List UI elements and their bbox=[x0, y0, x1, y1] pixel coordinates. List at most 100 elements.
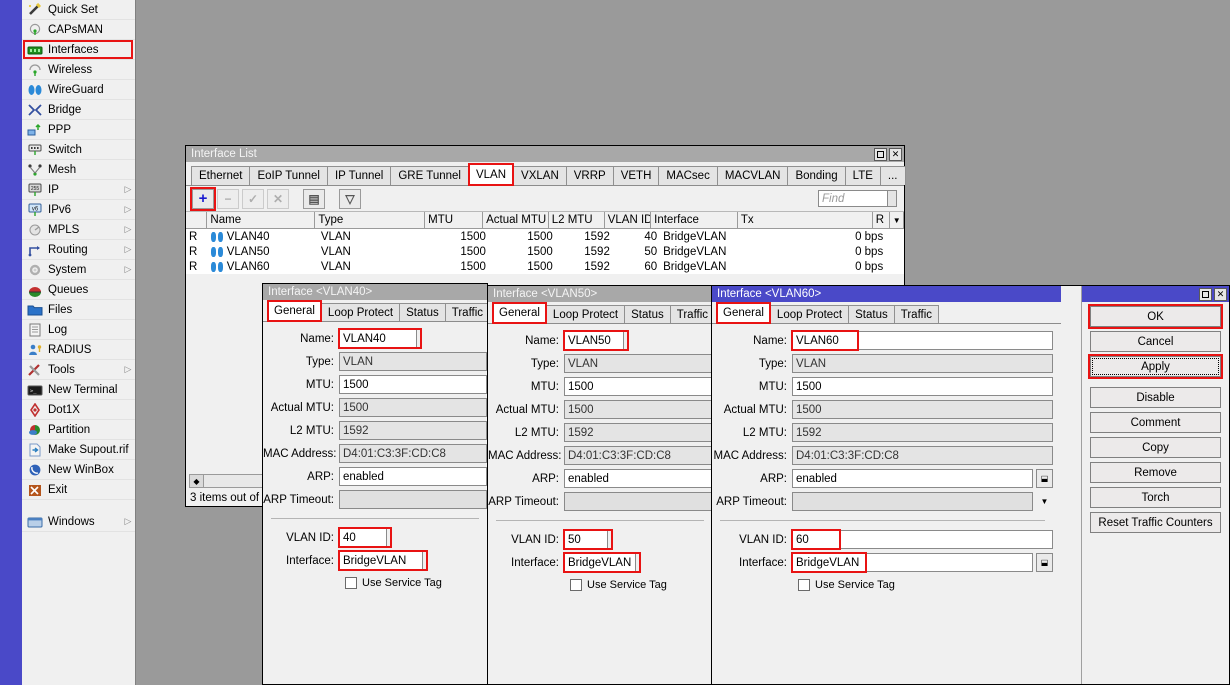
vlan50-tab-traffic[interactable]: Traffic bbox=[669, 305, 716, 323]
column-header[interactable]: MTU bbox=[425, 212, 484, 228]
copy-button[interactable]: Copy bbox=[1090, 437, 1221, 458]
vlan60-use-service-tag-checkbox[interactable] bbox=[798, 579, 810, 591]
tab-eoip-tunnel[interactable]: EoIP Tunnel bbox=[249, 166, 328, 185]
vlan60-interface-dropdown-icon[interactable]: ⬓ bbox=[1036, 553, 1053, 572]
column-header[interactable]: Type bbox=[315, 212, 426, 228]
table-row[interactable]: R VLAN50 VLAN 1500 1500 1592 50 BridgeVLAN 0 bps bbox=[186, 244, 904, 259]
filter-button[interactable]: ▽ bbox=[339, 188, 361, 209]
vlan50-titlebar[interactable]: Interface <VLAN50> bbox=[488, 286, 712, 302]
scroll-left-icon[interactable]: ◆ bbox=[190, 475, 204, 487]
sidebar-item-ip[interactable]: 255 IP ▷ bbox=[22, 180, 135, 200]
sidebar-item-system[interactable]: System ▷ bbox=[22, 260, 135, 280]
disable-button[interactable]: Disable bbox=[1090, 387, 1221, 408]
column-chooser-icon[interactable]: ▼ bbox=[890, 212, 905, 228]
vlan60-interface-input[interactable]: BridgeVLAN bbox=[792, 553, 1033, 572]
vlan60-arp-input[interactable]: enabled bbox=[792, 469, 1033, 488]
vlan40-name-input[interactable]: VLAN40 bbox=[339, 329, 417, 348]
sidebar-item-new-terminal[interactable]: >_ New Terminal bbox=[22, 380, 135, 400]
tab-bonding[interactable]: Bonding bbox=[787, 166, 846, 185]
sidebar-item-tools[interactable]: Tools ▷ bbox=[22, 360, 135, 380]
vlan50-name-input[interactable]: VLAN50 bbox=[564, 331, 624, 350]
close-icon[interactable]: ✕ bbox=[1214, 287, 1227, 301]
vlan40-vlan-id-input[interactable]: 40 bbox=[339, 528, 387, 547]
tab-vrrp[interactable]: VRRP bbox=[565, 166, 614, 185]
vlan40-tab-traffic[interactable]: Traffic bbox=[444, 303, 491, 321]
column-header[interactable]: Interface bbox=[651, 212, 738, 228]
sidebar-item-routing[interactable]: Routing ▷ bbox=[22, 240, 135, 260]
sidebar-item-new-winbox[interactable]: New WinBox bbox=[22, 460, 135, 480]
vlan60-arp-timeout-input[interactable] bbox=[792, 492, 1033, 511]
vlan60-tab-traffic[interactable]: Traffic bbox=[893, 305, 940, 323]
column-header[interactable]: VLAN ID bbox=[605, 212, 652, 228]
column-header[interactable]: Actual MTU bbox=[483, 212, 549, 228]
vlan40-tab-status[interactable]: Status bbox=[399, 303, 446, 321]
find-input[interactable]: Find bbox=[818, 190, 888, 207]
sidebar-item-interfaces[interactable]: Interfaces bbox=[22, 40, 135, 60]
comment-button[interactable]: ▤ bbox=[303, 188, 325, 209]
column-header[interactable]: Tx bbox=[738, 212, 873, 228]
vlan60-tab-general[interactable]: General bbox=[716, 302, 771, 324]
tab-vlan[interactable]: VLAN bbox=[467, 163, 515, 186]
ok-button[interactable]: OK bbox=[1088, 304, 1223, 329]
vlan50-vlan-id-input[interactable]: 50 bbox=[564, 530, 608, 549]
vlan40-titlebar[interactable]: Interface <VLAN40> bbox=[263, 284, 487, 300]
sidebar-item-files[interactable]: Files bbox=[22, 300, 135, 320]
vlan40-tab-general[interactable]: General bbox=[267, 300, 322, 322]
close-icon[interactable]: ✕ bbox=[889, 147, 902, 161]
column-header[interactable]: R bbox=[873, 212, 891, 228]
vlan60-mtu-input[interactable]: 1500 bbox=[792, 377, 1053, 396]
vlan60-titlebar[interactable]: Interface <VLAN60> bbox=[712, 286, 1061, 302]
sidebar-item-mpls[interactable]: MPLS ▷ bbox=[22, 220, 135, 240]
vlan60-vlan-id-input[interactable]: 60 bbox=[792, 530, 1053, 549]
sidebar-item-ipv6[interactable]: v6 IPv6 ▷ bbox=[22, 200, 135, 220]
vlan40-mtu-input[interactable]: 1500 bbox=[339, 375, 487, 394]
column-header[interactable]: L2 MTU bbox=[549, 212, 605, 228]
tab-gre-tunnel[interactable]: GRE Tunnel bbox=[390, 166, 469, 185]
vlan50-tab-status[interactable]: Status bbox=[624, 305, 671, 323]
vlan50-mtu-input[interactable]: 1500 bbox=[564, 377, 712, 396]
sidebar-item-ppp[interactable]: PPP bbox=[22, 120, 135, 140]
sidebar-item-queues[interactable]: Queues bbox=[22, 280, 135, 300]
torch-button[interactable]: Torch bbox=[1090, 487, 1221, 508]
vlan50-interface-input[interactable]: BridgeVLAN bbox=[564, 553, 636, 572]
sidebar-item-windows[interactable]: Windows ▷ bbox=[22, 512, 135, 532]
sidebar-item-wireless[interactable]: Wireless bbox=[22, 60, 135, 80]
apply-button[interactable]: Apply bbox=[1088, 354, 1223, 379]
remove-button[interactable]: Remove bbox=[1090, 462, 1221, 483]
tab-veth[interactable]: VETH bbox=[612, 166, 660, 185]
tab-ethernet[interactable]: Ethernet bbox=[191, 166, 251, 185]
restore-icon[interactable] bbox=[1199, 287, 1212, 301]
add-button[interactable]: + bbox=[190, 186, 216, 211]
sidebar-item-wireguard[interactable]: WireGuard bbox=[22, 80, 135, 100]
restore-icon[interactable] bbox=[874, 147, 887, 161]
vlan60-tab-status[interactable]: Status bbox=[848, 305, 895, 323]
column-header[interactable]: Name bbox=[207, 212, 316, 228]
sidebar-item-bridge[interactable]: Bridge bbox=[22, 100, 135, 120]
sidebar-item-switch[interactable]: Switch bbox=[22, 140, 135, 160]
sidebar-item-make-supout-rif[interactable]: Make Supout.rif bbox=[22, 440, 135, 460]
sidebar-item-exit[interactable]: Exit bbox=[22, 480, 135, 500]
column-header[interactable] bbox=[186, 212, 208, 228]
sidebar-item-capsman[interactable]: CAPsMAN bbox=[22, 20, 135, 40]
sidebar-item-log[interactable]: Log bbox=[22, 320, 135, 340]
vlan40-arp-timeout-input[interactable] bbox=[339, 490, 487, 509]
tab-[interactable]: ... bbox=[879, 166, 906, 185]
vlan40-interface-input[interactable]: BridgeVLAN bbox=[339, 551, 423, 570]
tab-vxlan[interactable]: VXLAN bbox=[513, 166, 567, 185]
vlan60-arp-timeout-dropdown-icon[interactable]: ▼ bbox=[1036, 492, 1053, 511]
tab-lte[interactable]: LTE bbox=[844, 166, 881, 185]
vlan50-use-service-tag-checkbox[interactable] bbox=[570, 579, 582, 591]
sidebar-item-dot1x[interactable]: Dot1X bbox=[22, 400, 135, 420]
cancel-button[interactable]: Cancel bbox=[1090, 331, 1221, 352]
vlan40-tab-loop-protect[interactable]: Loop Protect bbox=[320, 303, 401, 321]
sidebar-item-mesh[interactable]: Mesh bbox=[22, 160, 135, 180]
vlan60-name-input[interactable]: VLAN60 bbox=[792, 331, 1053, 350]
comment-button[interactable]: Comment bbox=[1090, 412, 1221, 433]
vlan50-arp-input[interactable]: enabled bbox=[564, 469, 712, 488]
vlan60-arp-dropdown-icon[interactable]: ⬓ bbox=[1036, 469, 1053, 488]
table-row[interactable]: R VLAN60 VLAN 1500 1500 1592 60 BridgeVLAN 0 bps bbox=[186, 259, 904, 274]
tab-macvlan[interactable]: MACVLAN bbox=[716, 166, 789, 185]
sidebar-item-radius[interactable]: RADIUS bbox=[22, 340, 135, 360]
sidebar-item-quick-set[interactable]: Quick Set bbox=[22, 0, 135, 20]
tab-macsec[interactable]: MACsec bbox=[658, 166, 718, 185]
